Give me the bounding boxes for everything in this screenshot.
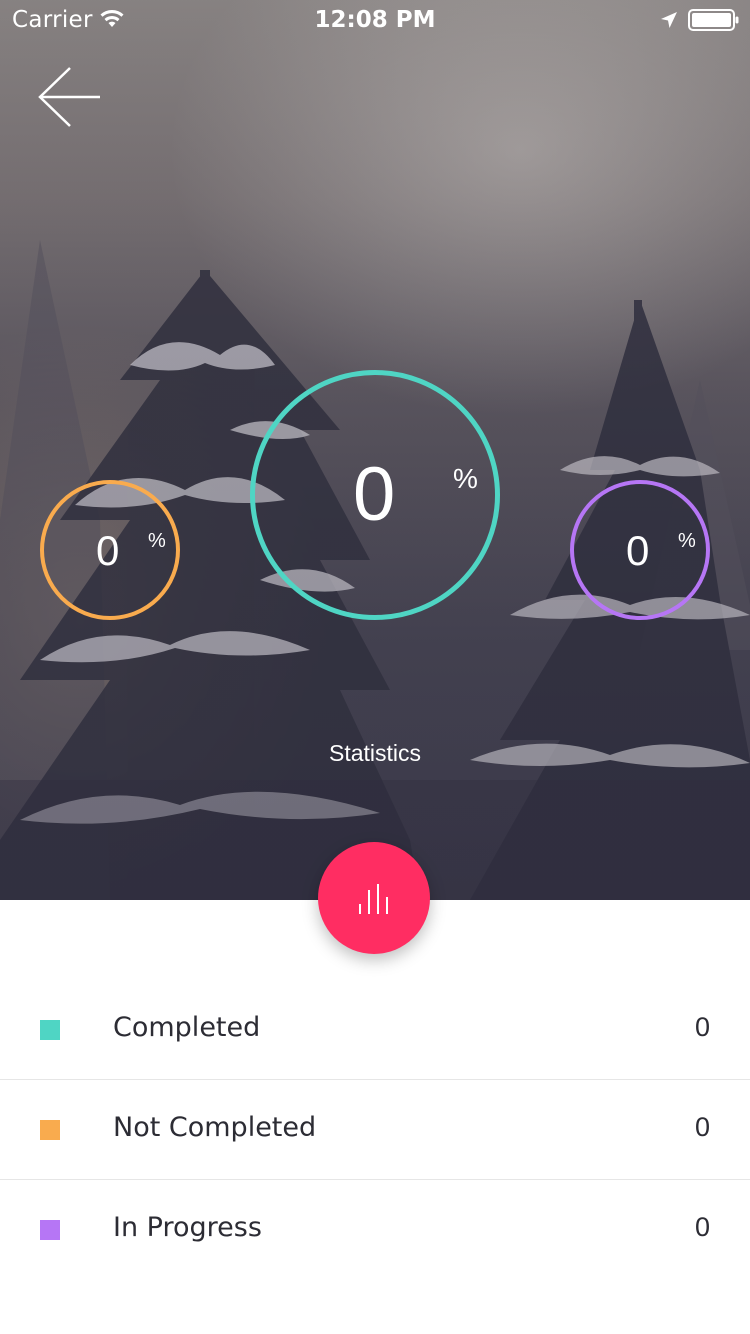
legend-row-not-completed[interactable]: Not Completed 0 xyxy=(0,1080,750,1180)
not-completed-ring: 0 % xyxy=(40,480,180,620)
legend-row-in-progress[interactable]: In Progress 0 xyxy=(0,1180,750,1280)
clock: 12:08 PM xyxy=(314,7,436,33)
statistics-fab-button[interactable] xyxy=(318,842,430,954)
legend-count: 0 xyxy=(694,1212,710,1242)
completed-percent: 0 xyxy=(353,452,396,537)
battery-icon xyxy=(688,9,739,31)
legend-row-completed[interactable]: Completed 0 xyxy=(0,980,750,1080)
statistics-label: Statistics xyxy=(328,740,422,766)
in-progress-percent-sign: % xyxy=(678,530,696,552)
legend-label: Completed xyxy=(113,1012,261,1043)
legend-count: 0 xyxy=(694,1112,710,1142)
statistics-screen: Carrier 12:08 PM 0 % 0 % 0 % Statistics … xyxy=(0,0,750,1334)
completed-percent-sign: % xyxy=(453,463,478,494)
completed-swatch xyxy=(40,1020,60,1040)
not-completed-percent-sign: % xyxy=(148,530,166,552)
bar-chart-icon xyxy=(359,884,388,914)
legend-label: In Progress xyxy=(113,1212,262,1243)
back-button[interactable] xyxy=(34,62,106,134)
location-arrow-icon xyxy=(661,12,677,28)
not-completed-swatch xyxy=(40,1120,60,1140)
legend-label: Not Completed xyxy=(113,1112,317,1143)
in-progress-ring: 0 % xyxy=(570,480,710,620)
arrow-left-icon xyxy=(38,67,100,127)
not-completed-percent: 0 xyxy=(96,527,120,574)
status-bar: Carrier 12:08 PM xyxy=(0,0,750,40)
in-progress-swatch xyxy=(40,1220,60,1240)
status-legend-list: Completed 0 Not Completed 0 In Progress … xyxy=(0,980,750,1280)
legend-count: 0 xyxy=(694,1012,710,1042)
in-progress-percent: 0 xyxy=(626,527,650,574)
completed-ring: 0 % xyxy=(250,370,500,620)
